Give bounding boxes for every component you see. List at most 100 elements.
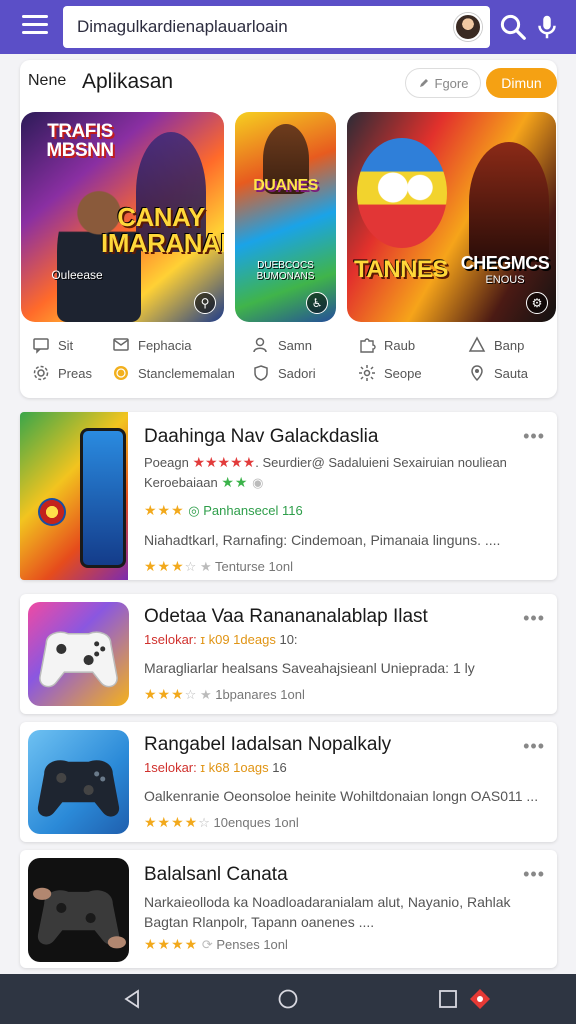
search-icon[interactable] bbox=[498, 12, 528, 42]
app-footer-line: ★★★☆ ★ 1bpanares 1onl bbox=[144, 686, 305, 703]
banner-caption: Ouleease bbox=[51, 268, 103, 282]
filter-button-label: Fgore bbox=[434, 75, 469, 91]
banner-title: DUANES bbox=[253, 177, 318, 194]
app-meta-line-2: Keroebaiaan ★★ ◉ bbox=[144, 474, 263, 491]
filter-button[interactable]: Fgore bbox=[405, 68, 481, 98]
menu-icon[interactable] bbox=[22, 15, 48, 37]
banner-game-2[interactable]: DUANES DUEBCOCS BUMONANS ♿ bbox=[235, 112, 336, 322]
more-options-icon[interactable]: ••• bbox=[523, 426, 545, 447]
gamepad-icon bbox=[39, 631, 118, 688]
category-label: Preas bbox=[58, 365, 92, 381]
download-count: 10enques 1onl bbox=[213, 815, 299, 830]
triangle-icon bbox=[468, 336, 486, 352]
download-count: Penses 1onl bbox=[216, 937, 288, 952]
ball-icon bbox=[38, 498, 66, 526]
check-icon: ◎ bbox=[188, 503, 200, 518]
download-count: 1bpanares 1onl bbox=[215, 687, 305, 702]
app-card-4[interactable]: Balalsanl Canata Narkaieolloda ka Noadlo… bbox=[20, 850, 557, 968]
app-title: Odetaa Vaa Ranananalablap Ilast bbox=[144, 606, 428, 627]
pin-icon bbox=[471, 365, 483, 382]
meta-c: 16 bbox=[272, 760, 287, 775]
category-label: Sit bbox=[58, 337, 74, 353]
recents-icon[interactable] bbox=[436, 987, 460, 1011]
app-card-1[interactable]: Daahinga Nav Galackdaslia Poeagn ★★★★★. … bbox=[20, 412, 557, 580]
category-preas[interactable]: Preas bbox=[32, 364, 92, 382]
section-label: Nene bbox=[28, 72, 67, 89]
app-description: Oalkenranie Oeonsoloe heinite Wohiltdona… bbox=[144, 788, 539, 804]
banner-top-text: TRAFIS MBSNN bbox=[46, 121, 114, 161]
category-label: Raub bbox=[384, 337, 416, 353]
character-group bbox=[469, 142, 549, 262]
app-meta-line: Poeagn ★★★★★. Seurdier@ Sadaluieni Sexai… bbox=[144, 454, 507, 471]
app-title: Daahinga Nav Galackdaslia bbox=[144, 426, 379, 447]
more-options-icon[interactable]: ••• bbox=[523, 608, 545, 629]
app-bar bbox=[0, 0, 576, 54]
badge-icon: ⚙ bbox=[526, 292, 548, 314]
badge-icon: ⚲ bbox=[194, 292, 216, 314]
category-label: Fephacia bbox=[138, 337, 192, 353]
app-title: Rangabel Iadalsan Nopalkaly bbox=[144, 734, 392, 755]
info-icon: ◉ bbox=[252, 475, 264, 490]
gamepad-icon bbox=[37, 760, 120, 817]
app-card-2[interactable]: Odetaa Vaa Ranananalablap Ilast 1selokar… bbox=[20, 594, 557, 714]
empty-star: ☆ bbox=[184, 559, 197, 574]
category-sit[interactable]: Sit bbox=[32, 336, 73, 354]
category-fephacia[interactable]: Fephacia bbox=[112, 336, 191, 354]
banner-caption: DUEBCOCS BUMONANS bbox=[256, 260, 315, 282]
banner-title-secondary: CHEGMCS bbox=[460, 253, 550, 273]
download-count: Tenturse 1onl bbox=[214, 559, 294, 574]
section-title: Aplikasan bbox=[82, 70, 174, 93]
meta-b: ɪ k09 1deags bbox=[200, 632, 276, 647]
app-shortcut-icon[interactable] bbox=[468, 987, 492, 1011]
banner-game-1[interactable]: TRAFIS MBSNN CANAY IMARANAIS Ouleease ⚲ bbox=[21, 112, 224, 322]
meta-c: 10: bbox=[279, 632, 298, 647]
avatar[interactable] bbox=[454, 13, 482, 41]
microphone-icon[interactable] bbox=[532, 12, 562, 42]
category-label: Stanclememalan bbox=[138, 365, 235, 381]
meta-a: 1selokar: bbox=[144, 632, 197, 647]
category-samn[interactable]: Samn bbox=[252, 336, 312, 354]
app-thumbnail bbox=[20, 412, 128, 580]
category-raub[interactable]: Raub bbox=[358, 336, 415, 354]
rating-stars: ★★★ bbox=[144, 686, 185, 702]
app-footer-line: ★★★★☆ 10enques 1onl bbox=[144, 814, 299, 831]
gamepad-icon bbox=[33, 887, 126, 949]
category-banp[interactable]: Banp bbox=[468, 336, 524, 354]
primary-button[interactable]: Dimun bbox=[486, 68, 557, 98]
app-footer-line: ★★★☆ ★ Tenturse 1onl bbox=[144, 558, 293, 575]
category-sadori[interactable]: Sadori bbox=[252, 364, 316, 382]
app-card-3[interactable]: Rangabel Iadalsan Nopalkaly 1selokar: ɪ … bbox=[20, 722, 557, 842]
home-icon[interactable] bbox=[276, 987, 300, 1011]
more-options-icon[interactable]: ••• bbox=[523, 864, 545, 885]
system-nav-bar bbox=[0, 974, 576, 1024]
app-meta-line: 1selokar: ɪ k09 1deags 10: bbox=[144, 632, 298, 647]
search-box[interactable] bbox=[63, 6, 490, 48]
app-description: Maragliarlar healsans Saveahajsieanl Uni… bbox=[144, 660, 475, 676]
meta-text: Keroebaiaan bbox=[144, 475, 218, 490]
banner-game-3[interactable]: TANNES CHEGMCS ENOUS ⚙ bbox=[347, 112, 556, 322]
search-input[interactable] bbox=[77, 6, 440, 48]
app-footer-line: ★★★★ ⟳ Penses 1onl bbox=[144, 936, 288, 953]
rating-stars: ★★★★ bbox=[144, 936, 199, 952]
empty-star: ☆ bbox=[198, 815, 210, 830]
category-label: Sadori bbox=[278, 365, 316, 381]
pencil-icon bbox=[419, 79, 428, 87]
empty-star: ☆ bbox=[184, 687, 197, 702]
back-icon[interactable] bbox=[120, 987, 144, 1011]
meta-suffix: . Seurdier@ Sadaluieni Sexairuian noulie… bbox=[255, 455, 507, 470]
download-icon: ⟳ bbox=[201, 937, 213, 952]
app-thumbnail bbox=[28, 858, 129, 962]
more-options-icon[interactable]: ••• bbox=[523, 736, 545, 757]
category-seope[interactable]: Seope bbox=[358, 364, 422, 382]
user-icon bbox=[253, 337, 267, 353]
app-title: Balalsanl Canata bbox=[144, 864, 288, 885]
category-label: Samn bbox=[278, 337, 312, 353]
star-icon: ★ bbox=[199, 559, 212, 574]
gear-icon bbox=[33, 365, 49, 381]
app-description: Narkaieolloda ka Noadloadaranialam alut,… bbox=[144, 894, 511, 930]
mascot-figure bbox=[357, 138, 447, 248]
category-stanclememalan[interactable]: Stanclememalan bbox=[112, 364, 235, 382]
meta-prefix: Poeagn bbox=[144, 455, 189, 470]
category-sauta[interactable]: Sauta bbox=[468, 364, 528, 382]
category-label: Sauta bbox=[494, 365, 528, 381]
